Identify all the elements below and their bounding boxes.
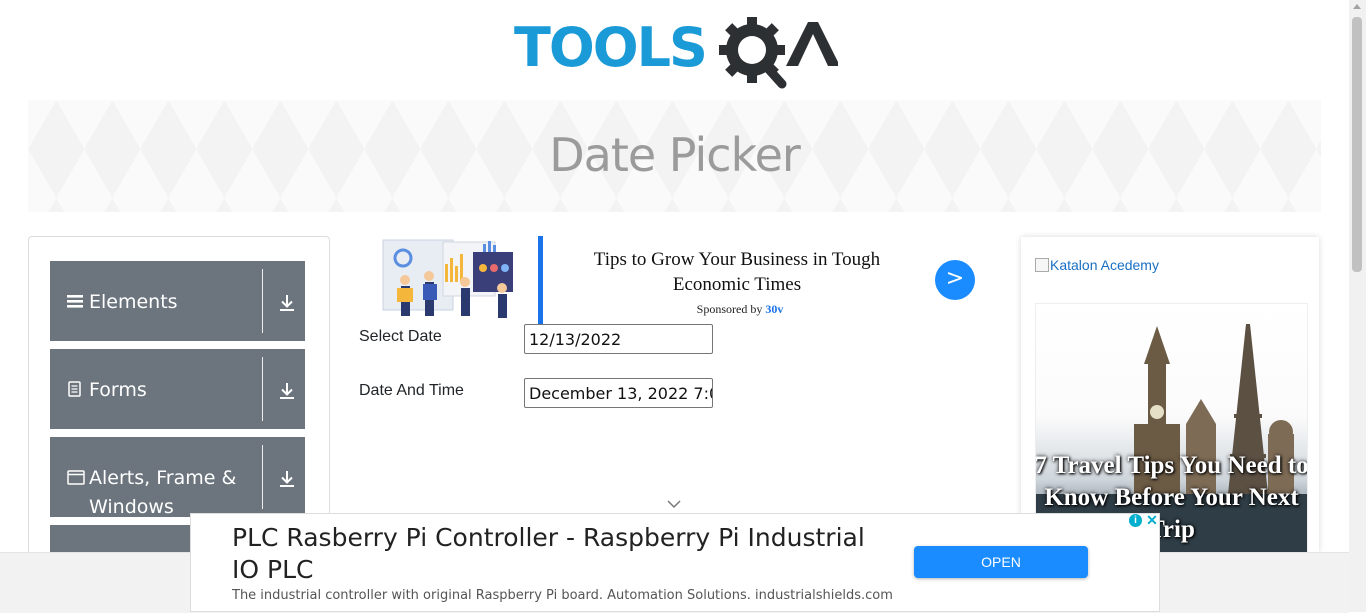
date-time-input[interactable]: December 13, 2022 7:09 PM <box>524 378 713 408</box>
divider <box>262 445 263 509</box>
download-icon[interactable] <box>278 381 296 401</box>
sidebar-group-elements[interactable]: Elements <box>50 261 305 341</box>
select-date-input[interactable]: 12/13/2022 <box>524 324 713 354</box>
scrollbar-thumb[interactable] <box>1352 17 1362 272</box>
page-title: Date Picker <box>549 128 801 182</box>
ad-business-illustration[interactable] <box>373 236 525 324</box>
ad-info-icon[interactable]: i <box>1129 514 1142 527</box>
date-time-label: Date And Time <box>359 382 464 399</box>
toolsqa-logo[interactable]: TOOLS QA <box>514 14 840 90</box>
download-icon[interactable] <box>278 293 296 313</box>
page-banner: Date Picker <box>28 100 1321 212</box>
scroll-up-arrow-icon[interactable] <box>1353 4 1361 9</box>
sidebar-group-label: Elements <box>89 291 178 313</box>
ad-next-button[interactable]: > <box>935 260 975 300</box>
logo-a-shape <box>786 22 840 66</box>
katalon-ad-alt: Katalon Acedemy <box>1050 257 1159 273</box>
window-icon <box>67 470 85 485</box>
bottom-ad-open-button[interactable]: OPEN <box>914 546 1088 578</box>
broken-image-icon <box>1035 258 1049 272</box>
ad-accent-bar <box>538 236 543 324</box>
gear-magnifier-icon <box>719 17 787 89</box>
ad-headline[interactable]: Tips to Grow Your Business in Tough Econ… <box>578 247 896 297</box>
katalon-ad-link[interactable]: Katalon Acedemy <box>1035 257 1159 273</box>
bottom-ad-description: The industrial controller with original … <box>232 588 893 603</box>
chevron-down-icon[interactable] <box>667 499 681 509</box>
right-ad[interactable]: Katalon Acedemy 7 Travel Tips You Need t… <box>1021 237 1319 552</box>
document-icon <box>68 381 81 397</box>
download-icon[interactable] <box>278 469 296 489</box>
menu-icon <box>67 295 83 308</box>
logo-tools-text: TOOLS <box>514 16 706 79</box>
sidebar-group-alerts[interactable]: Alerts, Frame & Windows <box>50 437 305 518</box>
bottom-ad[interactable]: PLC Rasberry Pi Controller - Raspberry P… <box>190 513 1160 612</box>
page-scrollbar[interactable] <box>1349 0 1366 612</box>
bottom-ad-title[interactable]: PLC Rasberry Pi Controller - Raspberry P… <box>232 522 872 586</box>
sidebar-group-forms[interactable]: Forms <box>50 349 305 429</box>
divider <box>262 269 263 333</box>
divider <box>262 357 263 421</box>
ad-sponsor-prefix: Sponsored by <box>696 302 763 316</box>
ad-sponsor[interactable]: Sponsored by 30v <box>640 302 840 317</box>
close-icon[interactable]: ✕ <box>1145 513 1159 528</box>
select-date-label: Select Date <box>359 328 442 345</box>
sidebar-group-label: Forms <box>89 379 147 401</box>
ad-sponsor-name[interactable]: 30v <box>765 302 783 316</box>
